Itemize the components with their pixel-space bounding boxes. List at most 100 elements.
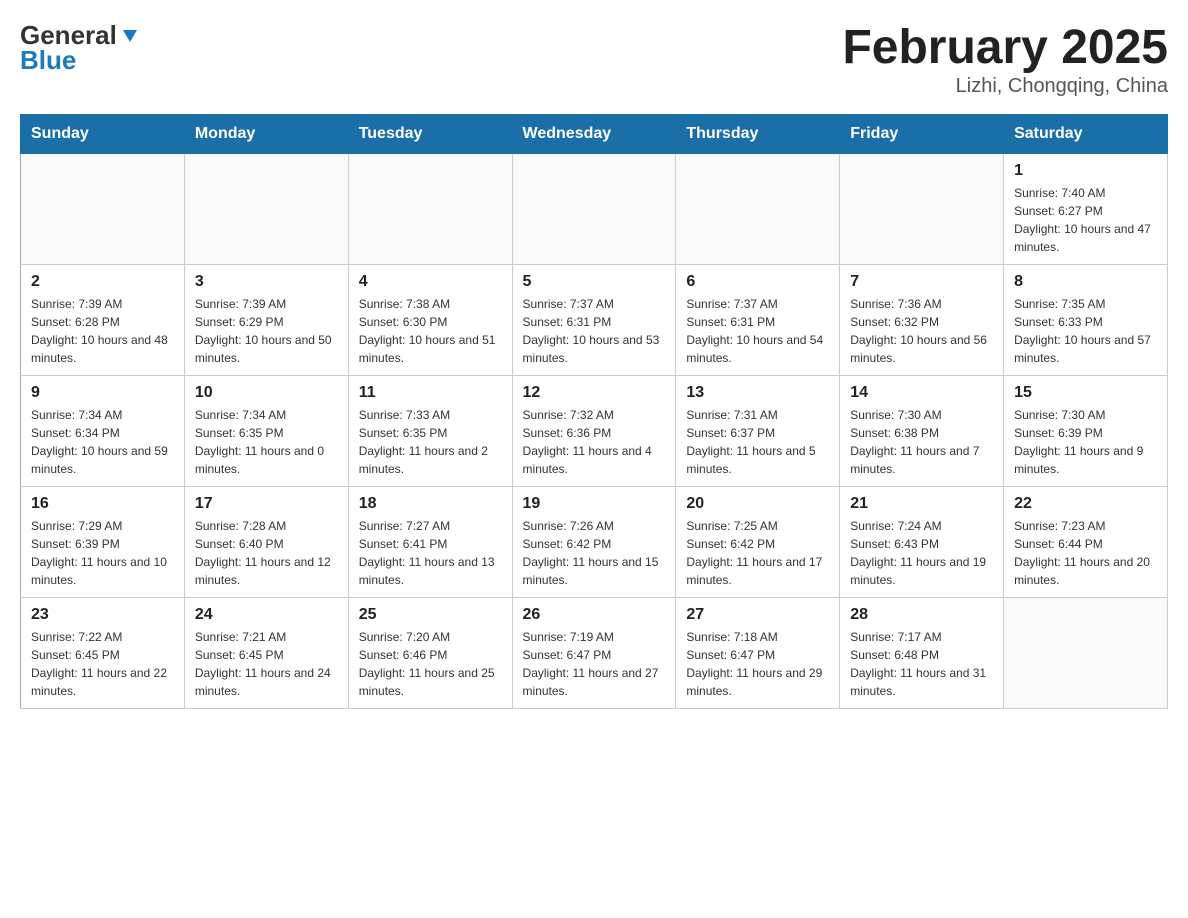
- day-number: 28: [850, 606, 993, 624]
- day-info: Sunrise: 7:30 AMSunset: 6:39 PMDaylight:…: [1014, 406, 1157, 478]
- calendar-cell: 19 Sunrise: 7:26 AMSunset: 6:42 PMDayligh…: [512, 487, 676, 598]
- day-number: 25: [359, 606, 502, 624]
- calendar-cell: 25 Sunrise: 7:20 AMSunset: 6:46 PMDayligh…: [348, 598, 512, 709]
- col-sunday: Sunday: [21, 115, 185, 154]
- day-info: Sunrise: 7:32 AMSunset: 6:36 PMDaylight:…: [523, 406, 666, 478]
- day-number: 1: [1014, 162, 1157, 180]
- day-number: 16: [31, 495, 174, 513]
- day-number: 18: [359, 495, 502, 513]
- calendar-cell: 16 Sunrise: 7:29 AMSunset: 6:39 PMDayligh…: [21, 487, 185, 598]
- day-number: 19: [523, 495, 666, 513]
- calendar-cell: 23Sunrise: 7:22 AMSunset: 6:45 PMDayligh…: [21, 598, 185, 709]
- calendar-week-row: 1 Sunrise: 7:40 AMSunset: 6:27 PMDaylight…: [21, 154, 1168, 265]
- day-info: Sunrise: 7:33 AMSunset: 6:35 PMDaylight:…: [359, 406, 502, 478]
- day-info: Sunrise: 7:29 AMSunset: 6:39 PMDaylight:…: [31, 517, 174, 589]
- day-info: Sunrise: 7:30 AMSunset: 6:38 PMDaylight:…: [850, 406, 993, 478]
- day-info: Sunrise: 7:39 AMSunset: 6:28 PMDaylight:…: [31, 295, 174, 367]
- day-info: Sunrise: 7:34 AMSunset: 6:34 PMDaylight:…: [31, 406, 174, 478]
- day-number: 10: [195, 384, 338, 402]
- calendar-cell: 5 Sunrise: 7:37 AMSunset: 6:31 PMDaylight…: [512, 265, 676, 376]
- calendar-cell: [512, 154, 676, 265]
- day-info: Sunrise: 7:37 AMSunset: 6:31 PMDaylight:…: [523, 295, 666, 367]
- calendar-table: Sunday Monday Tuesday Wednesday Thursday…: [20, 114, 1168, 709]
- day-number: 4: [359, 273, 502, 291]
- calendar-week-row: 2 Sunrise: 7:39 AMSunset: 6:28 PMDaylight…: [21, 265, 1168, 376]
- location-subtitle: Lizhi, Chongqing, China: [842, 75, 1168, 98]
- day-info: Sunrise: 7:24 AMSunset: 6:43 PMDaylight:…: [850, 517, 993, 589]
- day-number: 8: [1014, 273, 1157, 291]
- calendar-cell: [1004, 598, 1168, 709]
- day-info: Sunrise: 7:25 AMSunset: 6:42 PMDaylight:…: [686, 517, 829, 589]
- day-info: Sunrise: 7:20 AMSunset: 6:46 PMDaylight:…: [359, 628, 502, 700]
- day-info: Sunrise: 7:34 AMSunset: 6:35 PMDaylight:…: [195, 406, 338, 478]
- calendar-cell: 14 Sunrise: 7:30 AMSunset: 6:38 PMDayligh…: [840, 376, 1004, 487]
- logo-blue-text: Blue: [20, 45, 76, 76]
- day-number: 26: [523, 606, 666, 624]
- day-info: Sunrise: 7:27 AMSunset: 6:41 PMDaylight:…: [359, 517, 502, 589]
- calendar-cell: [676, 154, 840, 265]
- calendar-cell: 20 Sunrise: 7:25 AMSunset: 6:42 PMDayligh…: [676, 487, 840, 598]
- day-number: 23: [31, 606, 174, 624]
- day-number: 21: [850, 495, 993, 513]
- day-info: Sunrise: 7:19 AMSunset: 6:47 PMDaylight:…: [523, 628, 666, 700]
- day-info: Sunrise: 7:23 AMSunset: 6:44 PMDaylight:…: [1014, 517, 1157, 589]
- day-number: 7: [850, 273, 993, 291]
- calendar-cell: 24 Sunrise: 7:21 AMSunset: 6:45 PMDayligh…: [184, 598, 348, 709]
- day-info: Sunrise: 7:28 AMSunset: 6:40 PMDaylight:…: [195, 517, 338, 589]
- calendar-cell: 27 Sunrise: 7:18 AMSunset: 6:47 PMDayligh…: [676, 598, 840, 709]
- day-info: Sunrise: 7:21 AMSunset: 6:45 PMDaylight:…: [195, 628, 338, 700]
- day-number: 27: [686, 606, 829, 624]
- calendar-cell: 12 Sunrise: 7:32 AMSunset: 6:36 PMDayligh…: [512, 376, 676, 487]
- calendar-cell: 22 Sunrise: 7:23 AMSunset: 6:44 PMDayligh…: [1004, 487, 1168, 598]
- title-section: February 2025 Lizhi, Chongqing, China: [842, 20, 1168, 98]
- calendar-week-row: 16 Sunrise: 7:29 AMSunset: 6:39 PMDayligh…: [21, 487, 1168, 598]
- day-info: Sunrise: 7:39 AMSunset: 6:29 PMDaylight:…: [195, 295, 338, 367]
- calendar-cell: [184, 154, 348, 265]
- calendar-cell: 18 Sunrise: 7:27 AMSunset: 6:41 PMDayligh…: [348, 487, 512, 598]
- day-info: Sunrise: 7:18 AMSunset: 6:47 PMDaylight:…: [686, 628, 829, 700]
- calendar-header-row: Sunday Monday Tuesday Wednesday Thursday…: [21, 115, 1168, 154]
- day-number: 20: [686, 495, 829, 513]
- day-info: Sunrise: 7:40 AMSunset: 6:27 PMDaylight:…: [1014, 184, 1157, 256]
- col-saturday: Saturday: [1004, 115, 1168, 154]
- calendar-cell: [840, 154, 1004, 265]
- col-wednesday: Wednesday: [512, 115, 676, 154]
- day-info: Sunrise: 7:36 AMSunset: 6:32 PMDaylight:…: [850, 295, 993, 367]
- day-info: Sunrise: 7:26 AMSunset: 6:42 PMDaylight:…: [523, 517, 666, 589]
- day-number: 5: [523, 273, 666, 291]
- calendar-cell: 2 Sunrise: 7:39 AMSunset: 6:28 PMDaylight…: [21, 265, 185, 376]
- day-number: 3: [195, 273, 338, 291]
- calendar-cell: 17 Sunrise: 7:28 AMSunset: 6:40 PMDayligh…: [184, 487, 348, 598]
- calendar-cell: 9 Sunrise: 7:34 AMSunset: 6:34 PMDaylight…: [21, 376, 185, 487]
- logo-arrow-icon: [119, 26, 141, 48]
- col-friday: Friday: [840, 115, 1004, 154]
- page-header: General Blue February 2025 Lizhi, Chongq…: [20, 20, 1168, 98]
- day-info: Sunrise: 7:17 AMSunset: 6:48 PMDaylight:…: [850, 628, 993, 700]
- calendar-cell: 7 Sunrise: 7:36 AMSunset: 6:32 PMDaylight…: [840, 265, 1004, 376]
- col-thursday: Thursday: [676, 115, 840, 154]
- day-number: 17: [195, 495, 338, 513]
- calendar-cell: 13Sunrise: 7:31 AMSunset: 6:37 PMDayligh…: [676, 376, 840, 487]
- col-tuesday: Tuesday: [348, 115, 512, 154]
- calendar-cell: 15 Sunrise: 7:30 AMSunset: 6:39 PMDayligh…: [1004, 376, 1168, 487]
- calendar-cell: 28 Sunrise: 7:17 AMSunset: 6:48 PMDayligh…: [840, 598, 1004, 709]
- day-info: Sunrise: 7:31 AMSunset: 6:37 PMDaylight:…: [686, 406, 829, 478]
- logo: General Blue: [20, 20, 141, 76]
- day-number: 2: [31, 273, 174, 291]
- day-number: 9: [31, 384, 174, 402]
- calendar-cell: 10 Sunrise: 7:34 AMSunset: 6:35 PMDayligh…: [184, 376, 348, 487]
- calendar-cell: 3 Sunrise: 7:39 AMSunset: 6:29 PMDaylight…: [184, 265, 348, 376]
- day-number: 24: [195, 606, 338, 624]
- calendar-cell: [21, 154, 185, 265]
- day-number: 12: [523, 384, 666, 402]
- calendar-cell: 26 Sunrise: 7:19 AMSunset: 6:47 PMDayligh…: [512, 598, 676, 709]
- day-info: Sunrise: 7:37 AMSunset: 6:31 PMDaylight:…: [686, 295, 829, 367]
- day-number: 6: [686, 273, 829, 291]
- calendar-week-row: 9 Sunrise: 7:34 AMSunset: 6:34 PMDaylight…: [21, 376, 1168, 487]
- calendar-cell: 4Sunrise: 7:38 AMSunset: 6:30 PMDaylight…: [348, 265, 512, 376]
- day-number: 15: [1014, 384, 1157, 402]
- day-number: 22: [1014, 495, 1157, 513]
- day-number: 14: [850, 384, 993, 402]
- calendar-cell: 11Sunrise: 7:33 AMSunset: 6:35 PMDayligh…: [348, 376, 512, 487]
- day-info: Sunrise: 7:35 AMSunset: 6:33 PMDaylight:…: [1014, 295, 1157, 367]
